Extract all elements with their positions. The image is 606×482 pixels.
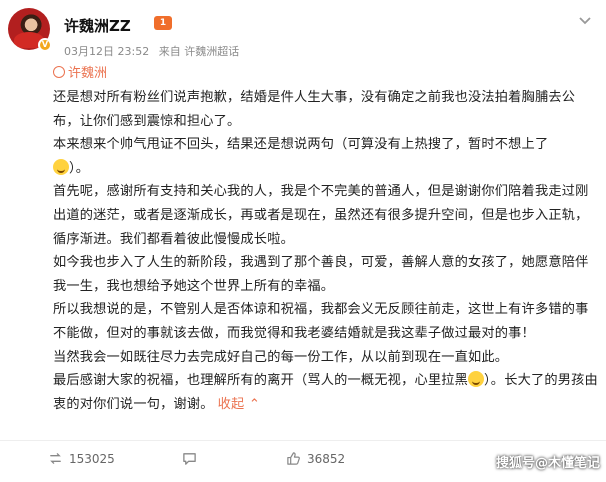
verified-icon: V bbox=[38, 38, 52, 52]
comment-icon bbox=[183, 453, 196, 465]
post-header: V 许魏洲ZZ 1 03月12日 23:52 来自 许魏洲超话 bbox=[6, 6, 600, 58]
like-button[interactable]: 36852 bbox=[286, 451, 345, 466]
paragraph: 首先呢，感谢所有支持和关心我的人，我是个不完美的普通人，但是谢谢你们陪着我走过刚… bbox=[53, 184, 589, 247]
topic-label: 许魏洲 bbox=[68, 66, 108, 81]
collapse-link[interactable]: 收起 ⌃ bbox=[218, 397, 260, 412]
laugh-emoji-icon bbox=[53, 158, 69, 175]
paragraph-text: ）。 bbox=[69, 160, 90, 176]
weibo-post: V 许魏洲ZZ 1 03月12日 23:52 来自 许魏洲超话 许魏洲 还是想对… bbox=[0, 0, 606, 482]
thumbs-up-icon bbox=[287, 452, 300, 465]
paragraph: 所以我想说的是，不管别人是否体谅和祝福，我都会义无反顾往前走，这世上有许多错的事… bbox=[53, 302, 589, 341]
post-content: 还是想对所有粉丝们说声抱歉，结婚是件人生大事，没有确定之前我也没法拍着胸脯去公布… bbox=[53, 86, 601, 416]
comment-button[interactable] bbox=[182, 451, 197, 466]
post-source[interactable]: 来自 许魏洲超话 bbox=[159, 45, 240, 58]
eyes-emoji-icon bbox=[468, 371, 485, 388]
repost-icon bbox=[50, 453, 61, 464]
super-topic-icon bbox=[53, 66, 65, 78]
collapse-label: 收起 bbox=[217, 396, 245, 412]
paragraph-text: 本来想来个帅气甩证不回头，结果还是想说两句（可算没有上热搜了，暂时不想上了 bbox=[53, 137, 549, 153]
paragraph: 最后感谢大家的祝福，也理解所有的离开（骂人的一概无视，心里拉黑 ）。长大了的男孩由… bbox=[53, 369, 601, 416]
paragraph: 当然我会一如既往尽力去完成好自己的每一份工作，从以前到现在一直如此。 bbox=[53, 349, 509, 365]
topic-link[interactable]: 许魏洲 bbox=[53, 62, 107, 81]
paragraph-text: 最后感谢大家的祝福，也理解所有的离开（骂人的一概无视，心里拉黑 bbox=[53, 373, 469, 389]
paragraph: 本来想来个帅气甩证不回头，结果还是想说两句（可算没有上热搜了，暂时不想上了 ）。 bbox=[53, 133, 601, 180]
post-meta: 03月12日 23:52 来自 许魏洲超话 bbox=[64, 43, 245, 59]
rank-badge-icon: 1 bbox=[154, 16, 172, 30]
collapse-arrow-icon: ⌃ bbox=[248, 396, 261, 412]
chevron-down-icon[interactable] bbox=[578, 16, 592, 26]
repost-count: 153025 bbox=[69, 451, 115, 466]
username[interactable]: 许魏洲ZZ bbox=[64, 15, 131, 36]
like-count: 36852 bbox=[307, 451, 346, 466]
repost-button[interactable]: 153025 bbox=[48, 451, 115, 466]
paragraph: 还是想对所有粉丝们说声抱歉，结婚是件人生大事，没有确定之前我也没法拍着胸脯去公布… bbox=[53, 90, 576, 129]
paragraph: 如今我也步入了人生的新阶段，我遇到了那个善良，可爱，善解人意的女孩了，她愿意陪伴… bbox=[53, 255, 589, 294]
post-date[interactable]: 03月12日 23:52 bbox=[64, 45, 149, 58]
watermark: 搜狐号@木懂笔记 bbox=[495, 456, 600, 471]
